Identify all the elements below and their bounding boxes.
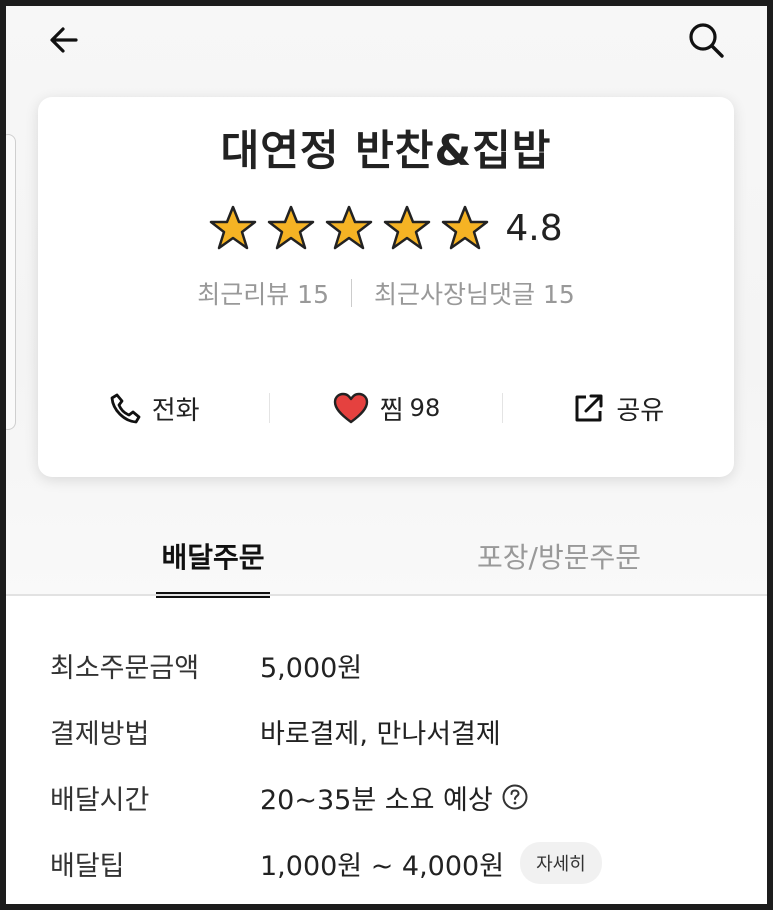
delivery-time-label: 배달시간	[50, 784, 150, 816]
order-type-tabs: 배달주문 포장/방문주문	[6, 522, 767, 598]
side-panel-handle[interactable]	[6, 134, 16, 430]
arrow-left-icon	[50, 27, 78, 53]
phone-icon	[110, 393, 141, 424]
call-button[interactable]: 전화	[38, 390, 269, 427]
recent-owner-replies-link[interactable]: 최근사장님댓글 15	[374, 275, 575, 311]
delivery-tip-value: 1,000원 ~ 4,000원	[260, 850, 505, 882]
min-order-label: 최소주문금액	[50, 652, 200, 684]
rating-value: 4.8	[505, 207, 563, 249]
tabs-divider	[6, 594, 767, 596]
rating-row[interactable]: 4.8	[38, 205, 734, 251]
recent-reviews-link[interactable]: 최근리뷰 15	[197, 275, 329, 311]
delivery-info: 최소주문금액 5,000원 결제방법 바로결제, 만나서결제 배달시간 20~3…	[50, 632, 740, 896]
payment-value: 바로결제, 만나서결제	[260, 718, 501, 750]
call-label: 전화	[151, 395, 200, 426]
back-button[interactable]	[42, 18, 86, 62]
like-label: 찜	[379, 395, 404, 426]
divider	[351, 279, 352, 307]
share-label: 공유	[616, 395, 665, 426]
delivery-time-value: 20~35분 소요 예상	[260, 784, 493, 816]
tab-delivery-order[interactable]: 배달주문	[156, 522, 270, 598]
payment-row: 결제방법 바로결제, 만나서결제	[50, 698, 740, 764]
delivery-tip-row: 배달팁 1,000원 ~ 4,000원 자세히	[50, 830, 740, 896]
store-info-card: 대연정 반찬&집밥 4.8 최근리뷰 15 최근사장님댓글 15 전화 찜 98…	[38, 97, 734, 477]
min-order-value: 5,000원	[260, 652, 363, 684]
delivery-time-value-wrap: 20~35분 소요 예상	[260, 778, 529, 817]
star-icon	[326, 205, 373, 250]
review-counts: 최근리뷰 15 최근사장님댓글 15	[38, 275, 734, 311]
share-button[interactable]: 공유	[503, 390, 734, 427]
star-icon	[268, 205, 315, 250]
payment-label: 결제방법	[50, 718, 150, 750]
star-icon	[210, 205, 257, 250]
star-rating	[209, 205, 489, 251]
delivery-tip-label: 배달팁	[50, 850, 125, 882]
like-button[interactable]: 찜 98	[270, 390, 501, 427]
search-button[interactable]	[684, 18, 728, 62]
share-icon	[575, 394, 603, 422]
store-name: 대연정 반찬&집밥	[220, 126, 552, 175]
app-screen: 대연정 반찬&집밥 4.8 최근리뷰 15 최근사장님댓글 15 전화 찜 98…	[6, 6, 767, 904]
delivery-tip-value-wrap: 1,000원 ~ 4,000원 자세히	[260, 842, 602, 884]
min-order-row: 최소주문금액 5,000원	[50, 632, 740, 698]
tab-pickup-order[interactable]: 포장/방문주문	[464, 522, 654, 596]
heart-icon	[333, 392, 368, 424]
store-actions: 전화 찜 98 공유	[38, 382, 734, 434]
search-icon	[689, 23, 724, 58]
like-count: 98	[409, 394, 441, 422]
star-icon	[384, 205, 431, 250]
question-circle-icon[interactable]	[501, 783, 529, 811]
star-icon	[442, 205, 489, 250]
delivery-time-row: 배달시간 20~35분 소요 예상	[50, 764, 740, 830]
tip-detail-button[interactable]: 자세히	[520, 842, 602, 884]
